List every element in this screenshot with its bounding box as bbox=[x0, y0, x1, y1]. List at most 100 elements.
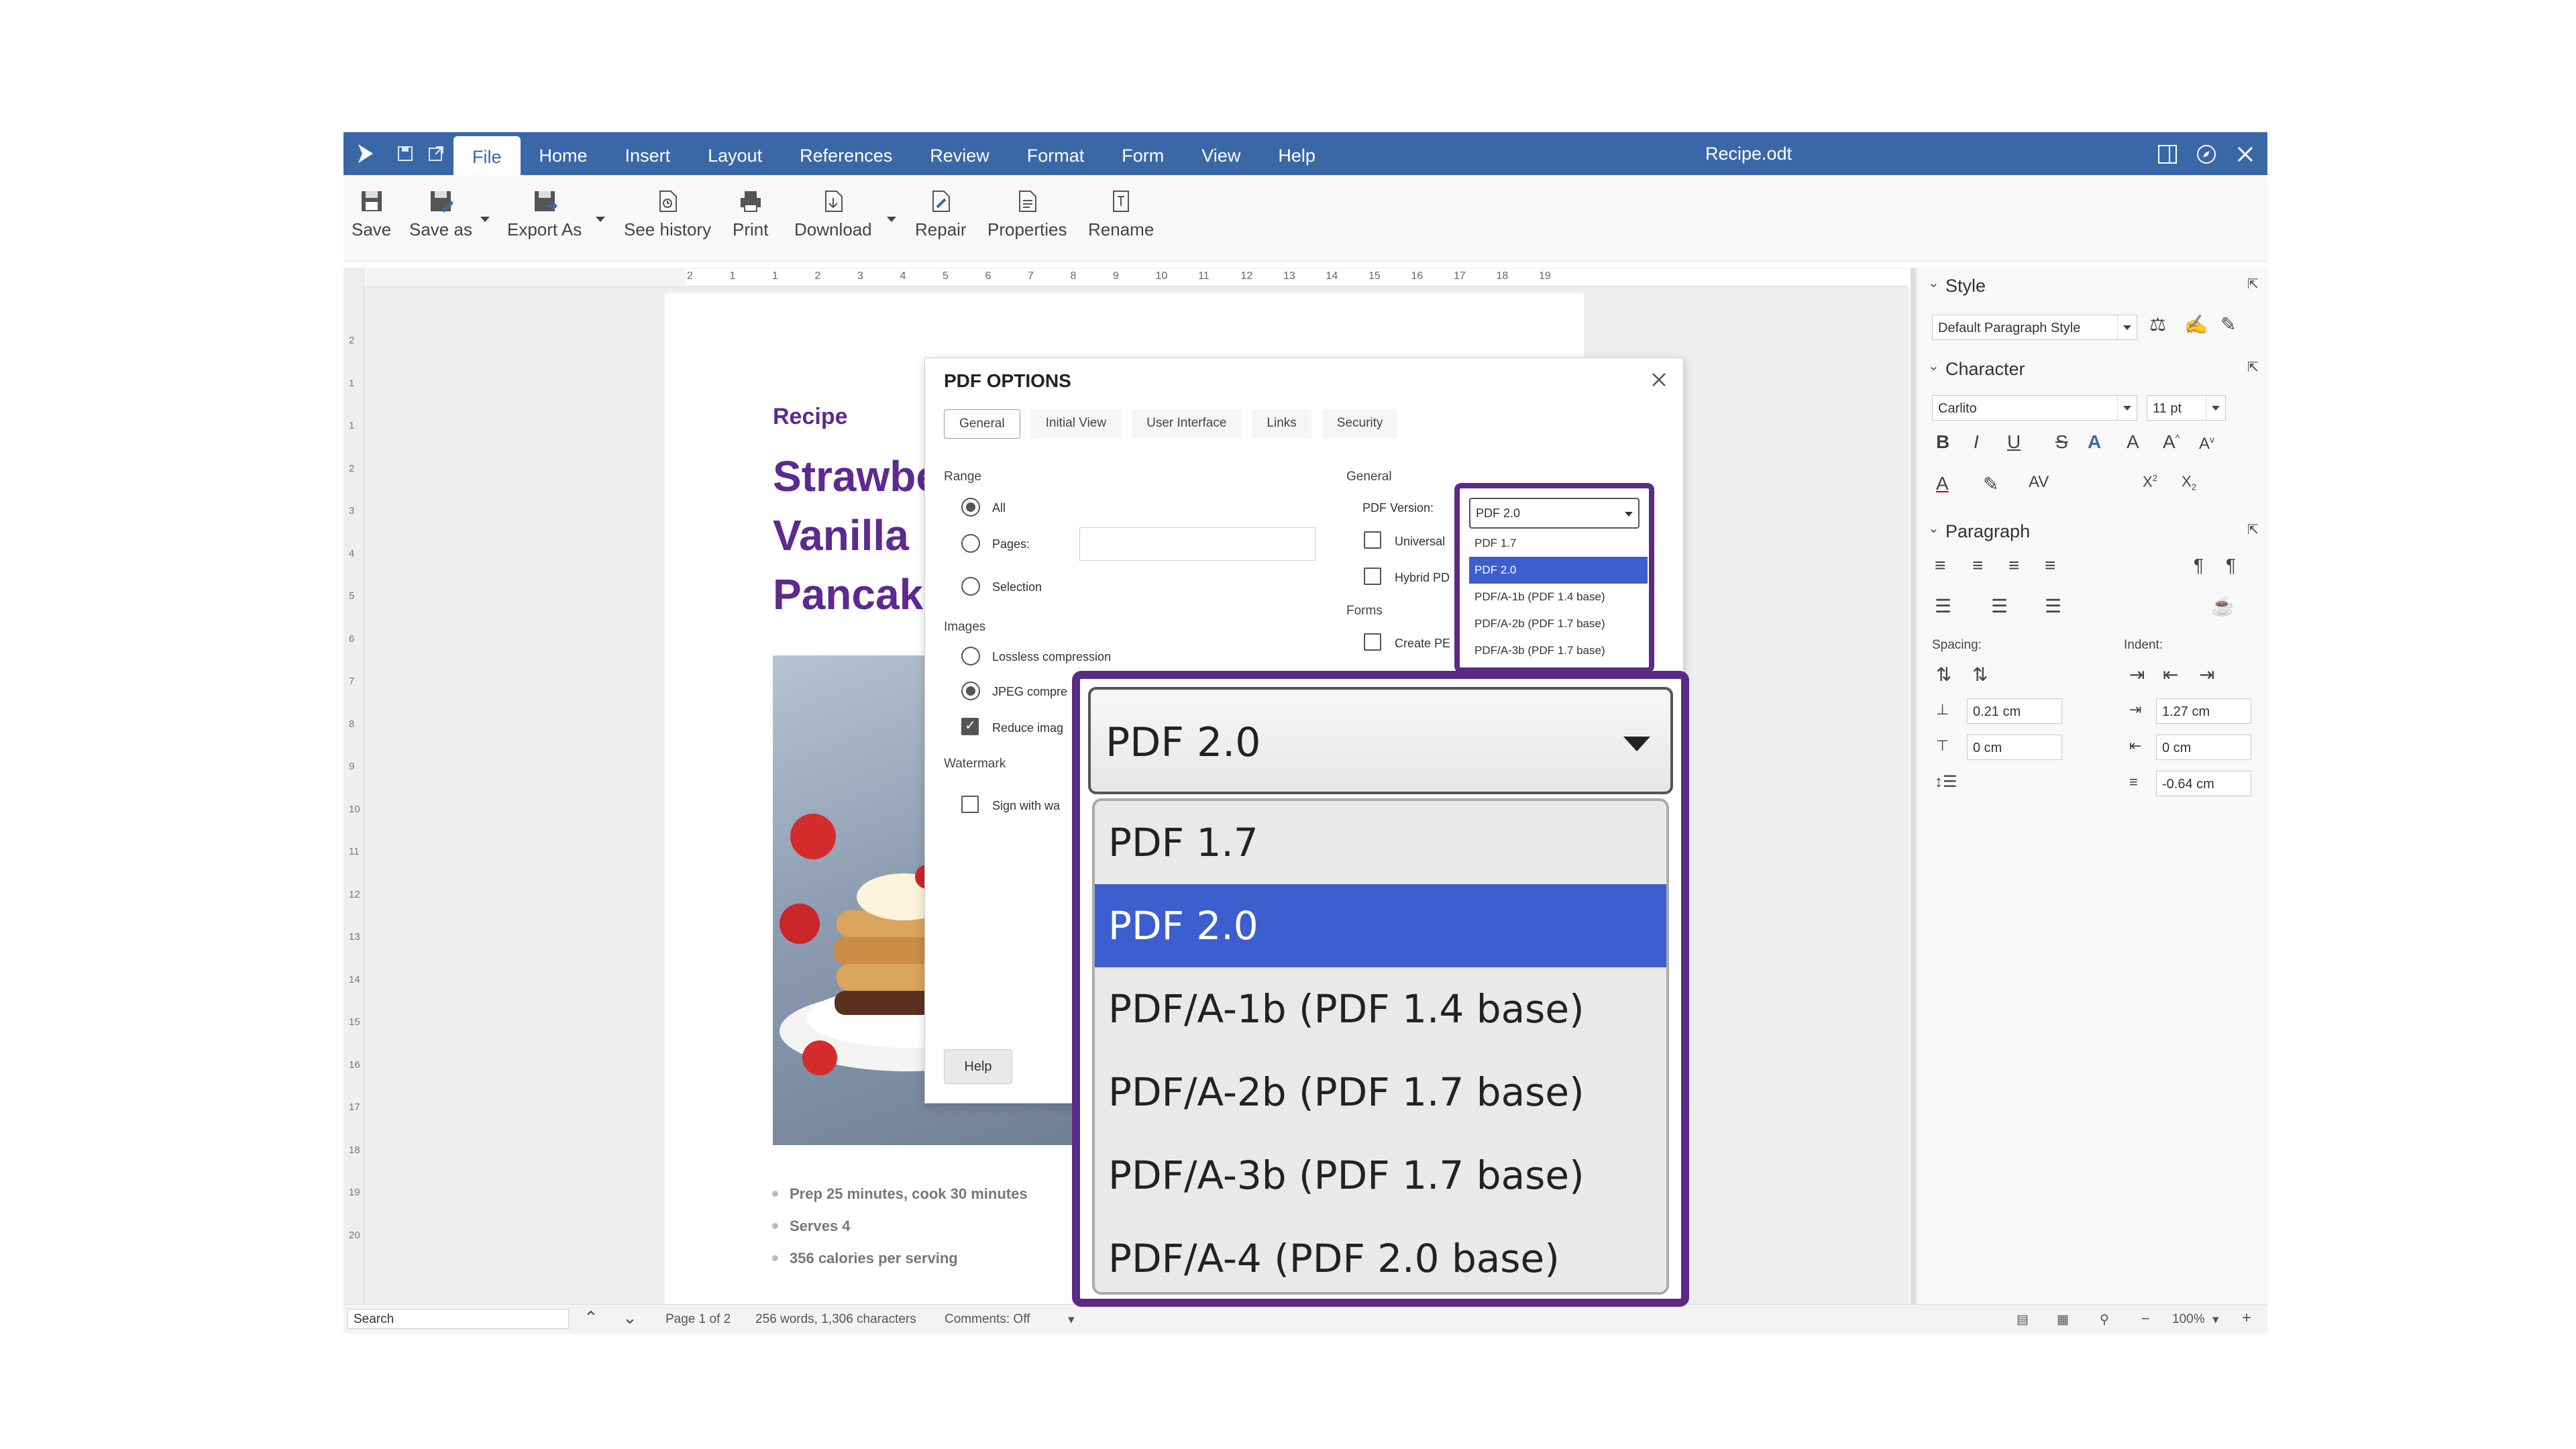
create-pdf-form-checkbox[interactable] bbox=[1364, 633, 1381, 651]
pdf-version-option[interactable]: PDF 1.7 bbox=[1469, 530, 1648, 557]
zoom-pdf-version-select[interactable]: PDF 2.0 bbox=[1088, 687, 1673, 794]
tab-links[interactable]: Links bbox=[1252, 409, 1311, 439]
align-left-icon[interactable]: ≡ bbox=[1935, 555, 1945, 576]
save-as-dropdown-icon[interactable] bbox=[480, 217, 490, 222]
new-style-icon[interactable]: ✍ bbox=[2184, 313, 2208, 335]
hanging-indent-icon[interactable]: ⇥ bbox=[2199, 663, 2214, 686]
clear-formatting-icon[interactable]: A bbox=[2127, 431, 2139, 453]
subscript-icon[interactable]: X2 bbox=[2182, 473, 2196, 492]
style-more-icon[interactable]: ⇱ bbox=[2247, 276, 2259, 292]
shrink-font-icon[interactable]: Av bbox=[2199, 434, 2214, 453]
menu-review[interactable]: Review bbox=[911, 132, 1008, 175]
tab-user-interface[interactable]: User Interface bbox=[1132, 409, 1242, 439]
strikethrough-icon[interactable]: S bbox=[2055, 431, 2068, 453]
align-justify-icon[interactable]: ≡ bbox=[2045, 555, 2055, 576]
character-collapse-icon[interactable]: ⌄ bbox=[1928, 358, 1939, 374]
paragraph-collapse-icon[interactable]: ⌄ bbox=[1928, 520, 1939, 537]
menu-home[interactable]: Home bbox=[521, 132, 606, 175]
export-as-dropdown-icon[interactable] bbox=[596, 217, 605, 222]
pdf-version-select[interactable]: PDF 2.0 bbox=[1469, 498, 1640, 529]
align-center-icon[interactable]: ≡ bbox=[1972, 555, 1983, 576]
menu-references[interactable]: References bbox=[781, 132, 911, 175]
zoom-fit-icon[interactable]: ⚲ bbox=[2100, 1312, 2109, 1328]
background-color-icon[interactable]: ☕ bbox=[2211, 595, 2235, 617]
line-spacing-icon[interactable]: ↕☰ bbox=[1935, 772, 1957, 792]
menu-insert[interactable]: Insert bbox=[606, 132, 690, 175]
horizontal-ruler[interactable]: 2 1 1 2 3 4 5 6 7 8 9 10 11 12 13 14 15 16 17 18 19 bbox=[365, 268, 1975, 287]
paragraph-more-icon[interactable]: ⇱ bbox=[2247, 521, 2259, 538]
range-selection-radio[interactable] bbox=[961, 577, 980, 596]
shadow-icon[interactable]: A bbox=[2088, 431, 2101, 453]
save-as-button[interactable]: Save as bbox=[409, 189, 472, 240]
update-style-icon[interactable]: ✎ bbox=[2220, 313, 2236, 335]
pdf-version-option[interactable]: PDF/A-1b (PDF 1.4 base) bbox=[1469, 584, 1648, 610]
see-history-button[interactable]: See history bbox=[624, 189, 711, 240]
print-button[interactable]: Print bbox=[733, 189, 768, 240]
compass-icon[interactable] bbox=[2195, 143, 2218, 166]
range-all-radio[interactable] bbox=[961, 498, 980, 517]
decrease-indent-icon[interactable]: ⇤ bbox=[2163, 663, 2178, 686]
menu-view[interactable]: View bbox=[1183, 132, 1259, 175]
left-to-right-icon[interactable]: ¶ bbox=[2194, 555, 2204, 576]
align-right-icon[interactable]: ≡ bbox=[2008, 555, 2019, 576]
comments-status[interactable]: Comments: Off bbox=[945, 1312, 1030, 1327]
zoom-option-pdf-1-7[interactable]: PDF 1.7 bbox=[1095, 801, 1666, 884]
font-color-icon[interactable]: A bbox=[1936, 473, 1949, 494]
indent-before-field[interactable]: 1.27 cm bbox=[2156, 698, 2251, 724]
properties-button[interactable]: Properties bbox=[987, 189, 1067, 240]
zoom-level[interactable]: 100% bbox=[2172, 1312, 2205, 1327]
dialog-close-icon[interactable] bbox=[1647, 368, 1671, 392]
reduce-resolution-checkbox[interactable] bbox=[961, 717, 979, 735]
pdf-version-option[interactable]: PDF/A-2b (PDF 1.7 base) bbox=[1469, 610, 1648, 637]
save-quick-icon[interactable] bbox=[396, 144, 415, 163]
character-more-icon[interactable]: ⇱ bbox=[2247, 359, 2259, 376]
menu-file[interactable]: File bbox=[453, 136, 521, 175]
zoom-dropdown-icon[interactable]: ▾ bbox=[2212, 1312, 2219, 1328]
bullet-list-icon[interactable]: ☰ bbox=[1935, 595, 1951, 617]
save-button[interactable]: Save bbox=[352, 189, 391, 240]
fill-format-icon[interactable]: ⚖ bbox=[2149, 313, 2166, 335]
grow-font-icon[interactable]: A^ bbox=[2163, 431, 2180, 453]
indent-after-field[interactable]: 0 cm bbox=[2156, 735, 2251, 760]
repair-button[interactable]: Repair bbox=[915, 189, 967, 240]
menu-format[interactable]: Format bbox=[1008, 132, 1104, 175]
indent-first-line-field[interactable]: -0.64 cm bbox=[2156, 771, 2251, 796]
jpeg-radio[interactable] bbox=[961, 682, 980, 700]
font-size-select[interactable]: 11 pt bbox=[2147, 395, 2226, 421]
zoom-option-pdf-2-0[interactable]: PDF 2.0 bbox=[1095, 884, 1666, 967]
web-view-icon[interactable]: ▤ bbox=[2017, 1312, 2029, 1328]
lossless-radio[interactable] bbox=[961, 647, 980, 665]
pdf-version-option[interactable]: PDF/A-3b (PDF 1.7 base) bbox=[1469, 637, 1648, 664]
status-more-icon[interactable]: ▾ bbox=[1068, 1312, 1075, 1328]
zoom-option-pdfa-4[interactable]: PDF/A-4 (PDF 2.0 base) bbox=[1095, 1217, 1666, 1292]
export-as-button[interactable]: Export As bbox=[507, 189, 582, 240]
increase-indent-icon[interactable]: ⇥ bbox=[2129, 663, 2145, 686]
hybrid-pdf-checkbox[interactable] bbox=[1364, 568, 1381, 585]
highlight-color-icon[interactable]: ✎ bbox=[1983, 473, 1998, 495]
bold-icon[interactable]: B bbox=[1936, 431, 1949, 453]
right-to-left-icon[interactable]: ¶ bbox=[2226, 555, 2236, 576]
tab-initial-view[interactable]: Initial View bbox=[1030, 409, 1122, 439]
numbered-list-icon[interactable]: ☰ bbox=[1991, 595, 2008, 617]
pdf-version-option[interactable]: PDF 2.0 bbox=[1469, 557, 1648, 584]
help-button[interactable]: Help bbox=[944, 1049, 1012, 1084]
search-next-icon[interactable]: ⌄ bbox=[623, 1307, 637, 1328]
range-pages-radio[interactable] bbox=[961, 534, 980, 553]
search-input[interactable]: Search bbox=[347, 1309, 569, 1329]
search-prev-icon[interactable]: ⌃ bbox=[584, 1307, 598, 1328]
download-dropdown-icon[interactable] bbox=[887, 217, 896, 222]
tab-security[interactable]: Security bbox=[1322, 409, 1398, 439]
increase-spacing-icon[interactable]: ⇅ bbox=[1936, 663, 1951, 686]
menu-form[interactable]: Form bbox=[1103, 132, 1183, 175]
outline-list-icon[interactable]: ☰ bbox=[2045, 595, 2061, 617]
sidebar-toggle-icon[interactable] bbox=[2156, 143, 2179, 166]
superscript-icon[interactable]: X2 bbox=[2143, 473, 2157, 490]
underline-icon[interactable]: U bbox=[2007, 431, 2021, 453]
zoom-option-pdfa-3b[interactable]: PDF/A-3b (PDF 1.7 base) bbox=[1095, 1134, 1666, 1217]
tab-general[interactable]: General bbox=[944, 409, 1020, 439]
universal-accessibility-checkbox[interactable] bbox=[1364, 531, 1381, 549]
zoom-in-icon[interactable]: + bbox=[2242, 1309, 2251, 1328]
close-icon[interactable] bbox=[2234, 143, 2257, 166]
watermark-checkbox[interactable] bbox=[961, 796, 979, 813]
paragraph-style-select[interactable]: Default Paragraph Style bbox=[1932, 315, 2137, 340]
